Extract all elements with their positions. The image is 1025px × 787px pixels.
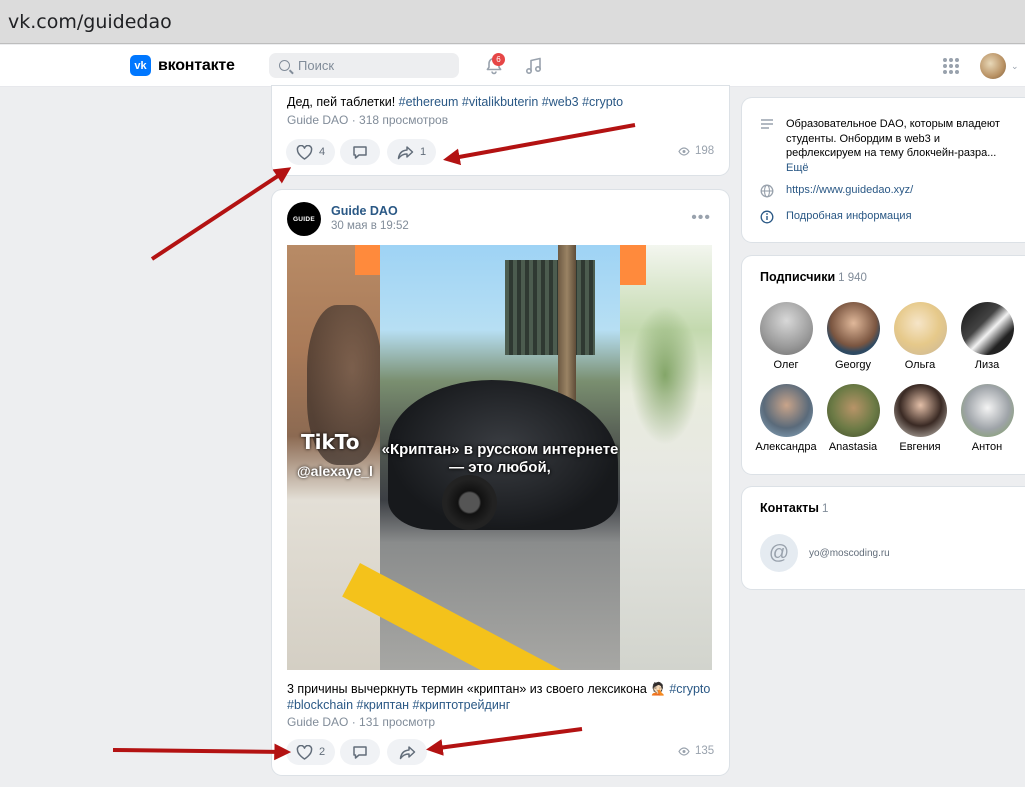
show-more-link[interactable]: Ещё [786, 162, 809, 174]
annotation-arrow [150, 167, 292, 261]
post-date[interactable]: 30 мая в 19:52 [331, 220, 409, 232]
heart-icon [296, 744, 313, 760]
avatar [826, 302, 880, 355]
group-info-card: Образовательное DAO, которым владеют сту… [742, 98, 1025, 242]
share-icon [399, 745, 415, 759]
video-preview[interactable]: TikTo @alexaye_l «Криптан» в русском инт… [287, 245, 712, 670]
share-button[interactable]: 1 [387, 139, 437, 165]
share-button[interactable] [387, 739, 427, 765]
website-row[interactable]: https://www.guidedao.xyz/ [760, 184, 913, 198]
video-frame-center: «Криптан» в русском интернете — это любо… [342, 245, 625, 670]
tiktok-handle: @alexaye_l [297, 463, 373, 479]
text-lines-icon [761, 119, 773, 129]
search-placeholder: Поиск [298, 58, 335, 73]
views-counter: 135 [678, 745, 714, 757]
post-meta: Guide DAO · 318 просмотров [287, 113, 449, 127]
tiktok-logo: TikTo [301, 430, 360, 454]
subscriber-item[interactable]: Лиза [954, 302, 1020, 371]
subscriber-item[interactable]: Антон [954, 384, 1020, 453]
avatar [960, 302, 1014, 355]
comment-icon [353, 145, 367, 159]
subscriber-item[interactable]: Georgy [820, 302, 886, 371]
eye-icon [678, 746, 690, 756]
apps-grid-icon[interactable] [943, 58, 959, 74]
post-card: Дед, пей таблетки! #ethereum #vitalikbut… [272, 86, 729, 175]
avatar [960, 384, 1014, 437]
contact-avatar[interactable]: @ [760, 534, 798, 572]
description-row: Образовательное DAO, которым владеют сту… [760, 117, 1004, 175]
music-icon[interactable] [524, 56, 544, 76]
avatar [759, 384, 813, 437]
subscribers-count: 1 940 [838, 272, 867, 284]
vk-logo-text: вконтакте [158, 56, 235, 74]
avatar [826, 384, 880, 437]
subscriber-item[interactable]: Евгения [887, 384, 953, 453]
views-counter: 198 [678, 145, 714, 157]
annotation-arrow [112, 743, 292, 761]
subscriber-name: Anastasia [828, 441, 878, 453]
comment-button[interactable] [340, 739, 380, 765]
contacts-header[interactable]: Контакты 1 [760, 501, 828, 515]
subscriber-name: Ольга [904, 359, 936, 371]
post-hashtag[interactable]: #crypto [669, 682, 710, 696]
chevron-down-icon[interactable]: ⌄ [1011, 61, 1019, 71]
comment-icon [353, 745, 367, 759]
share-count: 1 [420, 146, 427, 158]
video-caption: «Криптан» в русском интернете — это любо… [381, 441, 619, 476]
post-text: 3 причины вычеркнуть термин «криптан» из… [287, 682, 711, 712]
post-author[interactable]: Guide DAO [331, 204, 398, 218]
share-icon [397, 145, 414, 159]
video-frame-right [620, 245, 712, 670]
subscriber-name: Александра [755, 441, 817, 453]
browser-address-bar[interactable]: vk.com/guidedao [0, 0, 1025, 44]
views-count: 198 [695, 145, 715, 157]
details-link[interactable]: Подробная информация [786, 210, 912, 224]
group-avatar[interactable]: GUIDE [287, 202, 321, 236]
comment-button[interactable] [340, 139, 380, 165]
post-text: Дед, пей таблетки! #ethereum #vitalikbut… [287, 95, 624, 109]
like-count: 2 [319, 746, 326, 758]
subscriber-name: Georgy [834, 359, 872, 371]
subscriber-item[interactable]: Александра [753, 384, 819, 453]
contacts-card: Контакты 1 @ yo@moscoding.ru [742, 487, 1025, 589]
heart-icon [296, 144, 313, 160]
vk-logo[interactable]: vk вконтакте [130, 55, 235, 76]
website-link[interactable]: https://www.guidedao.xyz/ [786, 184, 913, 198]
contacts-count: 1 [821, 503, 829, 515]
post-meta: Guide DAO · 131 просмотр [287, 715, 436, 729]
subscriber-item[interactable]: Anastasia [820, 384, 886, 453]
avatar [759, 302, 813, 355]
post-hashtags[interactable]: #blockchain #криптан #криптотрейдинг [287, 698, 510, 712]
subscribers-card: Подписчики 1 940 Олег Georgy Ольга Лиза А… [742, 256, 1025, 474]
subscriber-item[interactable]: Олег [753, 302, 819, 371]
views-count: 135 [695, 745, 715, 757]
post-card: GUIDE Guide DAO 30 мая в 19:52 ••• TikTo… [272, 190, 729, 775]
url-text[interactable]: vk.com/guidedao [8, 11, 172, 33]
subscriber-name: Антон [971, 441, 1003, 453]
search-input[interactable]: Поиск [269, 53, 459, 78]
subscriber-name: Евгения [899, 441, 941, 453]
more-options-icon[interactable]: ••• [691, 210, 711, 226]
post-hashtags[interactable]: #ethereum #vitalikbuterin #web3 #crypto [399, 95, 623, 109]
subscriber-name: Лиза [974, 359, 1000, 371]
eye-icon [678, 146, 690, 156]
subscriber-name: Олег [773, 359, 799, 371]
like-button[interactable]: 2 [286, 739, 336, 765]
like-button[interactable]: 4 [286, 139, 336, 165]
info-icon [760, 210, 774, 224]
subscribers-header[interactable]: Подписчики 1 940 [760, 270, 867, 284]
details-row[interactable]: Подробная информация [760, 210, 912, 224]
subscriber-item[interactable]: Ольга [887, 302, 953, 371]
vk-header: vk вконтакте Поиск 6 ⌄ [0, 45, 1025, 87]
like-count: 4 [319, 146, 326, 158]
group-description: Образовательное DAO, которым владеют сту… [786, 118, 1000, 174]
avatar [893, 302, 947, 355]
globe-icon [760, 184, 774, 198]
vk-logo-icon: vk [130, 55, 151, 76]
search-icon [279, 60, 290, 71]
user-avatar[interactable] [980, 53, 1006, 79]
notification-badge: 6 [492, 53, 505, 66]
avatar [893, 384, 947, 437]
contact-email[interactable]: yo@moscoding.ru [809, 548, 890, 559]
